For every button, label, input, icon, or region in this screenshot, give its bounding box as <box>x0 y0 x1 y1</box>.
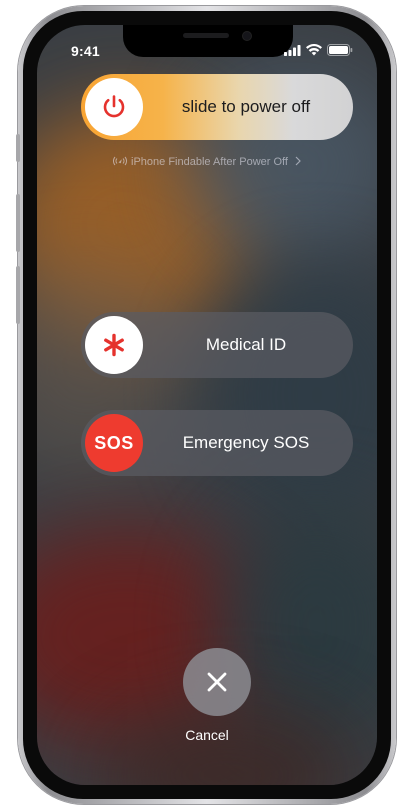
power-off-slider[interactable]: slide to power off <box>81 74 353 140</box>
chevron-right-icon <box>291 156 302 168</box>
emergency-sos-slider[interactable]: SOS Emergency SOS <box>81 410 353 476</box>
cellular-signal-icon <box>284 45 301 56</box>
volume-down-button <box>16 266 20 324</box>
power-knob[interactable] <box>85 78 143 136</box>
medical-knob[interactable] <box>85 316 143 374</box>
battery-icon <box>327 44 353 56</box>
mute-switch <box>16 134 20 162</box>
power-off-label: slide to power off <box>181 97 311 116</box>
screen: 9:41 slide to power off iPhone Findable … <box>37 25 377 785</box>
findmy-signal-icon <box>112 156 128 168</box>
findable-text: iPhone Findable After Power Off <box>131 156 288 168</box>
speaker-grille <box>183 33 229 38</box>
power-icon <box>103 95 125 118</box>
notch <box>123 25 293 57</box>
close-icon <box>207 672 227 692</box>
cancel-label: Cancel <box>185 727 229 743</box>
medical-id-slider[interactable]: Medical ID <box>81 312 353 378</box>
medical-asterisk-icon <box>104 333 124 357</box>
emergency-sos-label: Emergency SOS <box>182 433 310 452</box>
status-icons <box>284 44 353 56</box>
front-camera <box>243 32 251 40</box>
sos-knob[interactable]: SOS <box>85 414 143 472</box>
medical-id-label: Medical ID <box>205 335 287 354</box>
cancel-button[interactable] <box>183 648 251 716</box>
status-time: 9:41 <box>71 43 100 59</box>
wifi-icon <box>306 44 322 56</box>
findable-link[interactable]: iPhone Findable After Power Off <box>37 156 377 168</box>
volume-up-button <box>16 194 20 252</box>
